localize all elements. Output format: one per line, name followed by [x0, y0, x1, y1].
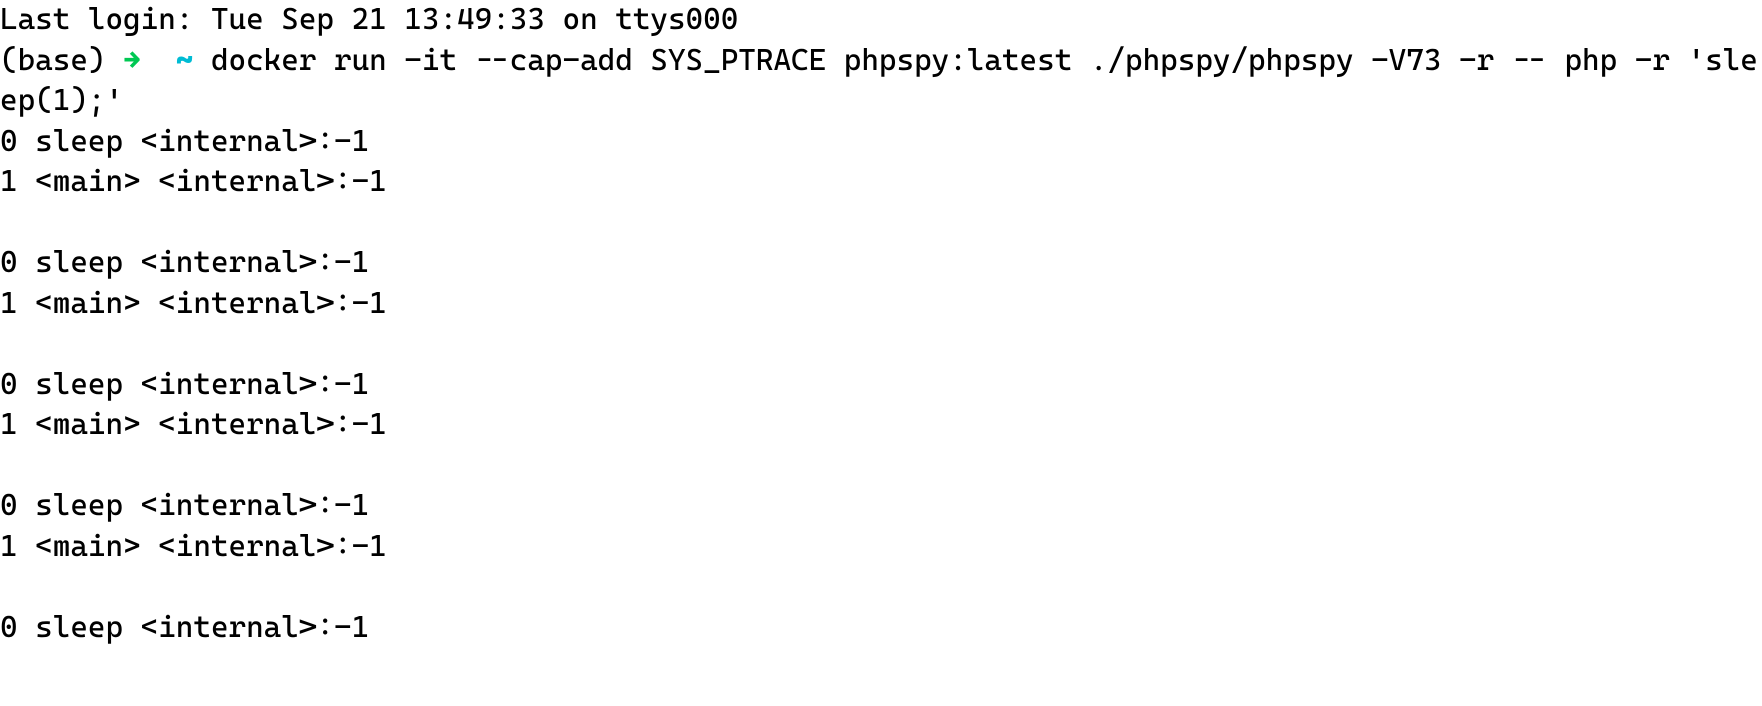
output-line: 0 sleep <internal>:-1	[0, 124, 369, 159]
prompt-env: (base)	[0, 43, 105, 78]
output-line: 1 <main> <internal>:-1	[0, 286, 387, 321]
output-line: 0 sleep <internal>:-1	[0, 610, 369, 645]
terminal-viewport[interactable]: Last login: Tue Sep 21 13:49:33 on ttys0…	[0, 0, 1762, 648]
login-line: Last login: Tue Sep 21 13:49:33 on ttys0…	[0, 2, 738, 37]
prompt-cwd-tilde: ~	[176, 43, 194, 78]
output-line: 1 <main> <internal>:-1	[0, 407, 387, 442]
output-line: 0 sleep <internal>:-1	[0, 488, 369, 523]
output-line: 1 <main> <internal>:-1	[0, 529, 387, 564]
command-line: docker run -it --cap-add SYS_PTRACE phps…	[0, 43, 1758, 119]
output-line: 1 <main> <internal>:-1	[0, 164, 387, 199]
output-line: 0 sleep <internal>:-1	[0, 367, 369, 402]
output-line: 0 sleep <internal>:-1	[0, 245, 369, 280]
prompt-arrow-icon: →	[123, 43, 141, 78]
